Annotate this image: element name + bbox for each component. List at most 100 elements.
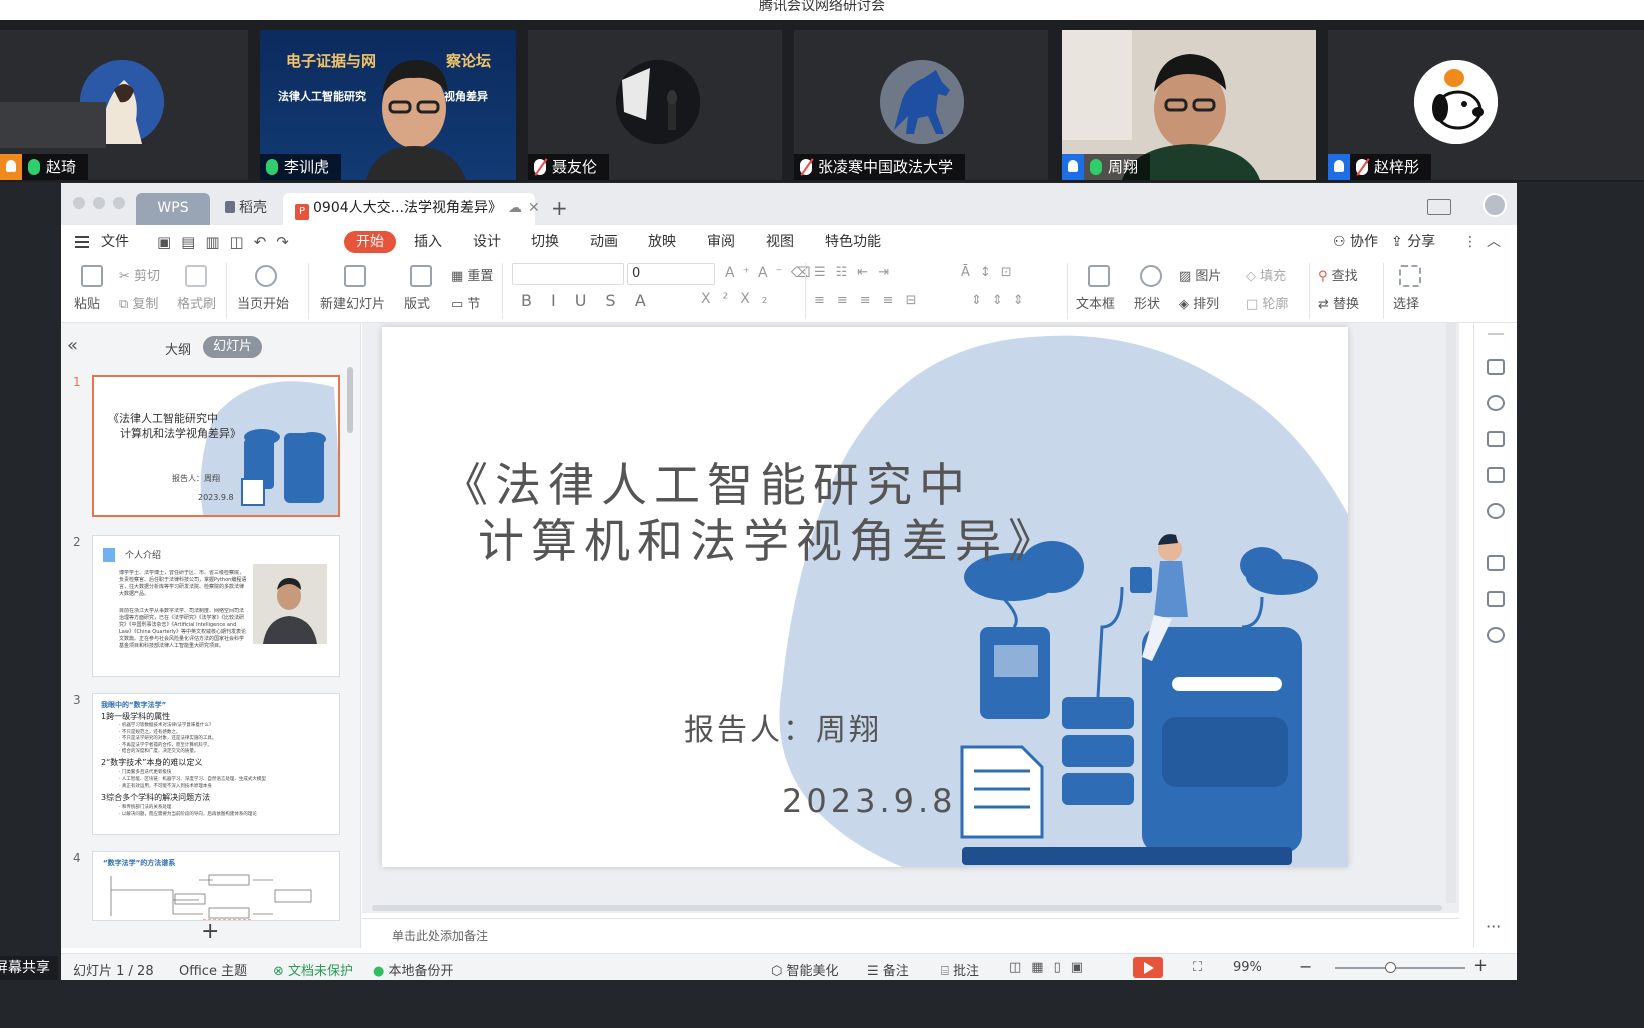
font-size-select[interactable]: 0 xyxy=(627,263,715,285)
paste-icon[interactable] xyxy=(81,265,103,287)
paste-button[interactable]: 粘贴 xyxy=(74,293,100,312)
backup-status[interactable]: ● 本地备份开 xyxy=(373,960,454,979)
slide-thumb-4[interactable]: “数字法学”的方法谱系 xyxy=(92,851,340,921)
play-slideshow-button[interactable] xyxy=(1133,957,1163,978)
select-button[interactable]: 选择 xyxy=(1393,293,1419,312)
tools-icon[interactable] xyxy=(1487,591,1505,607)
comment-button[interactable]: ⌸ 批注 xyxy=(941,960,979,979)
user-avatar[interactable] xyxy=(1483,193,1507,217)
select-icon[interactable] xyxy=(1399,265,1421,287)
outline-button[interactable]: □ 轮廓 xyxy=(1246,293,1288,312)
menu-home[interactable]: 开始 xyxy=(344,231,396,253)
tab-daoke[interactable]: 稻壳 xyxy=(213,193,279,225)
slide-1[interactable]: 《法律人工智能研究中 计算机和法学视角差异》 报告人：周翔 2023.9.8 xyxy=(382,327,1348,867)
menu-transitions[interactable]: 切换 xyxy=(531,231,559,253)
close-tab-icon[interactable]: ✕ xyxy=(528,200,540,216)
slide-thumb-1[interactable]: 《法律人工智能研究中 计算机和法学视角差异》 报告人：周翔 2023.9.8 xyxy=(92,375,340,517)
menu-special-features[interactable]: 特色功能 xyxy=(825,231,881,253)
beautify-button[interactable]: ⬡ 智能美化 xyxy=(771,960,839,979)
fit-window-icon[interactable]: ⛶ xyxy=(1193,960,1202,975)
new-tab-button[interactable]: + xyxy=(539,193,580,225)
new-slide-button[interactable]: 新建幻灯片 xyxy=(320,293,385,312)
menu-file[interactable]: 文件 xyxy=(101,231,129,253)
hamburger-icon[interactable] xyxy=(75,236,89,238)
collapse-ribbon-icon[interactable]: ︿ xyxy=(1487,231,1501,253)
tab-outline[interactable]: 大纲 xyxy=(165,339,191,358)
layout-toggle-icon[interactable] xyxy=(1427,199,1451,215)
window-controls[interactable] xyxy=(73,197,125,209)
participant-tile-active-speaker[interactable]: 电子证据与网 察论坛 法律人工智能研究 视角差异 李训虎 xyxy=(260,30,516,180)
play-current-button[interactable]: 当页开始 xyxy=(237,293,289,312)
tab-slides[interactable]: 幻灯片 xyxy=(203,336,263,358)
minimize-icon[interactable] xyxy=(93,197,105,209)
tab-document[interactable]: P 0904人大交...法学视角差异》 ☁ ✕ xyxy=(283,193,540,225)
participant-tile[interactable]: 周翔 xyxy=(1062,30,1316,180)
screen-share-label[interactable]: 屏幕共享 xyxy=(0,956,58,980)
zoom-slider[interactable] xyxy=(1335,967,1465,969)
menu-animation[interactable]: 动画 xyxy=(590,231,618,253)
copy-button[interactable]: ⧉ 复制 xyxy=(119,293,158,312)
panel-scrollbar[interactable] xyxy=(347,367,353,433)
zoom-out-icon[interactable]: − xyxy=(1299,957,1312,976)
text-box-icon[interactable] xyxy=(1088,265,1110,287)
comment-icon[interactable] xyxy=(1487,431,1505,447)
super-sub-icons[interactable]: X²X₂ xyxy=(701,291,779,307)
layout-icon[interactable] xyxy=(410,265,432,287)
horizontal-scrollbar[interactable] xyxy=(372,905,1442,911)
menu-view[interactable]: 视图 xyxy=(766,231,794,253)
line-spacing-icons[interactable]: ⇕⇕⇕ xyxy=(971,293,1034,308)
maximize-icon[interactable] xyxy=(113,197,125,209)
collapse-panel-icon[interactable]: « xyxy=(67,335,78,356)
close-icon[interactable] xyxy=(73,197,85,209)
find-button[interactable]: ⚲ 查找 xyxy=(1318,265,1358,284)
notes-button[interactable]: ☰ 备注 xyxy=(867,960,909,979)
replace-button[interactable]: ⇄ 替换 xyxy=(1318,293,1359,312)
shape-icon[interactable] xyxy=(1140,265,1162,287)
participant-tile[interactable]: 赵梓彤 xyxy=(1328,30,1644,180)
more-icon[interactable]: ··· xyxy=(1486,917,1501,936)
menu-slideshow[interactable]: 放映 xyxy=(648,231,676,253)
shield-icon[interactable] xyxy=(1487,627,1505,643)
text-direction-icons[interactable]: Ā↕⊡ xyxy=(961,265,1022,280)
arrange-button[interactable]: ◈ 排列 xyxy=(1179,293,1219,312)
vertical-scrollbar[interactable] xyxy=(1446,323,1456,903)
font-family-select[interactable] xyxy=(512,263,624,285)
star-icon[interactable] xyxy=(1487,395,1505,411)
drag-handle[interactable] xyxy=(1488,333,1504,335)
list-indent-icons[interactable]: ☰☷⇤⇥ xyxy=(814,265,899,280)
history-icon[interactable] xyxy=(1487,503,1505,519)
participant-tile[interactable]: 赵琦 xyxy=(0,30,248,180)
theme-name[interactable]: Office 主题 xyxy=(179,960,247,979)
format-painter-icon[interactable] xyxy=(185,265,207,287)
text-format-icons[interactable]: BIUSA xyxy=(521,291,665,310)
protect-status[interactable]: ⊗ 文档未保护 xyxy=(273,960,353,979)
settings-sliders-icon[interactable] xyxy=(1487,359,1505,375)
text-box-button[interactable]: 文本框 xyxy=(1076,293,1115,312)
view-mode-icons[interactable]: ◫▦▯▣ xyxy=(1009,960,1093,975)
menu-review[interactable]: 审阅 xyxy=(707,231,735,253)
zoom-in-icon[interactable]: + xyxy=(1473,955,1488,976)
shape-button[interactable]: 形状 xyxy=(1134,293,1160,312)
format-painter-button[interactable]: 格式刷 xyxy=(177,293,216,312)
more-icon[interactable]: ⋮ xyxy=(1463,231,1477,253)
cut-button[interactable]: ✂ 剪切 xyxy=(119,265,160,284)
play-icon[interactable] xyxy=(255,265,277,287)
align-icons[interactable]: ≡≡≡≡⊟ xyxy=(814,293,928,308)
notes-area[interactable]: 单击此处添加备注 xyxy=(362,918,1459,948)
participant-tile[interactable]: 聂友伦 xyxy=(528,30,782,180)
quick-access-toolbar[interactable]: ▣▤▥◫↶↷ xyxy=(157,233,299,251)
layout-button[interactable]: 版式 xyxy=(404,293,430,312)
slide-thumb-2[interactable]: 个人介绍 博学学士、法学博士，曾任研于区、市、省三级检察院，负责检察官、后任职于… xyxy=(92,535,340,677)
add-slide-icon[interactable]: + xyxy=(201,919,219,944)
menu-insert[interactable]: 插入 xyxy=(414,231,442,253)
share-button[interactable]: ⇪ 分享 xyxy=(1391,231,1435,253)
image-icon[interactable] xyxy=(1487,467,1505,483)
zoom-level[interactable]: 99% xyxy=(1233,960,1262,975)
collab-button[interactable]: ⚇ 协作 xyxy=(1333,231,1378,253)
menu-design[interactable]: 设计 xyxy=(473,231,501,253)
tab-wps[interactable]: WPS xyxy=(136,193,210,225)
slide-thumb-3[interactable]: 我眼中的“数字法学” 1跨一级学科的属性 · 机器学习等数据技术对法律/法学意味… xyxy=(92,693,340,835)
participant-tile[interactable]: 张凌寒中国政法大学 xyxy=(794,30,1048,180)
zoom-slider-thumb[interactable] xyxy=(1385,962,1396,973)
new-slide-icon[interactable] xyxy=(344,265,366,287)
